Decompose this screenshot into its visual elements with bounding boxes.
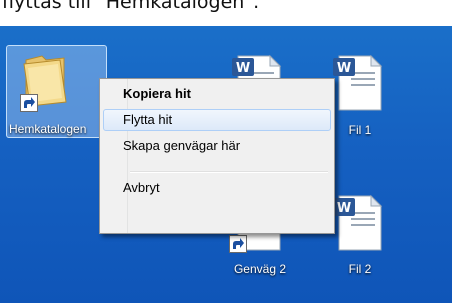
- caption-bar: flyttas till "Hemkatalogen".: [0, 0, 452, 26]
- desktop-icon-label: Genväg 2: [233, 262, 287, 276]
- svg-text:W: W: [337, 201, 351, 216]
- word-document-icon[interactable]: W: [333, 194, 385, 252]
- svg-text:W: W: [337, 61, 351, 76]
- menu-separator: [130, 171, 328, 173]
- svg-text:W: W: [236, 61, 250, 76]
- desktop-icon-label: Hemkatalogen: [9, 122, 87, 136]
- menu-item-skapa-genvagar[interactable]: Skapa genvägar här: [103, 135, 331, 157]
- caption-text: flyttas till "Hemkatalogen".: [2, 0, 260, 13]
- context-menu: Kopiera hit Flytta hit Skapa genvägar hä…: [99, 78, 335, 234]
- menu-item-avbryt[interactable]: Avbryt: [103, 177, 331, 199]
- menu-item-flytta-hit[interactable]: Flytta hit: [103, 109, 331, 131]
- shortcut-arrow-icon: [229, 235, 247, 253]
- menu-item-kopiera-hit[interactable]: Kopiera hit: [103, 83, 331, 105]
- shortcut-arrow-icon: [20, 94, 38, 112]
- desktop-icon-label: Fil 2: [348, 262, 372, 276]
- word-document-icon[interactable]: W: [333, 54, 385, 112]
- desktop[interactable]: Hemkatalogen W W Fil 1 W Genväg 2: [0, 26, 452, 303]
- desktop-icon-label: Fil 1: [348, 123, 372, 137]
